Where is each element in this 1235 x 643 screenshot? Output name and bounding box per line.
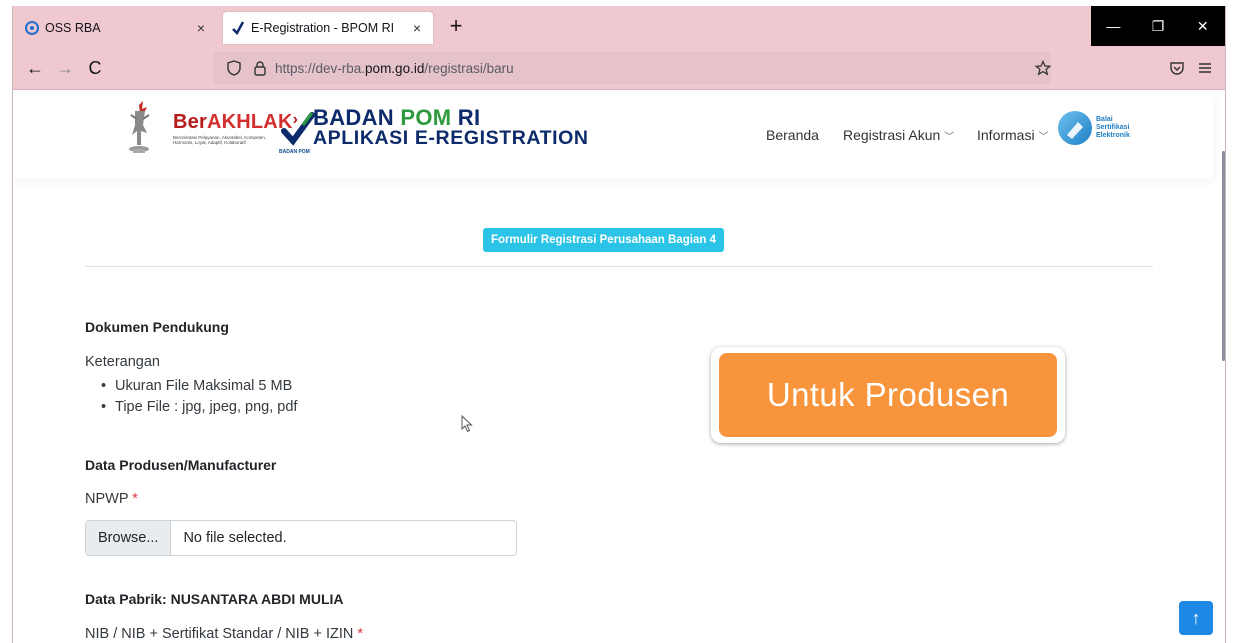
file-status: No file selected. — [183, 530, 287, 546]
npwp-label-text: NPWP — [85, 491, 129, 507]
shield-icon[interactable] — [223, 60, 245, 76]
url-prefix: https://dev-rba. — [275, 60, 366, 76]
bse-logo: Balai Sertifikasi Elektronik — [1058, 111, 1130, 145]
bse-line1: Balai — [1096, 116, 1113, 123]
tab-oss-rba[interactable]: OSS RBA × — [17, 12, 217, 44]
callout-label: Untuk Produsen — [719, 353, 1057, 437]
close-window-button[interactable]: ✕ — [1180, 6, 1225, 46]
list-item: Ukuran File Maksimal 5 MB — [101, 376, 297, 397]
nav-beranda-label: Beranda — [766, 127, 819, 143]
tab-title: OSS RBA — [45, 21, 101, 35]
nib-label: NIB / NIB + Sertifikat Standar / NIB + I… — [85, 626, 363, 642]
npwp-file-input[interactable]: Browse... No file selected. — [85, 520, 517, 556]
nav-beranda[interactable]: Beranda — [766, 127, 819, 143]
callout-box: Untuk Produsen — [711, 347, 1065, 443]
new-tab-button[interactable]: + — [443, 14, 469, 40]
notes-list: Ukuran File Maksimal 5 MB Tipe File : jp… — [101, 376, 297, 418]
factory-heading: Data Pabrik: NUSANTARA ABDI MULIA — [85, 591, 344, 607]
browser-window: OSS RBA × E-Registration - BPOM RI × + —… — [12, 6, 1226, 643]
section-badge: Formulir Registrasi Perusahaan Bagian 4 — [483, 228, 724, 252]
web-page: BerAKHLAK› Berorientasi Pelayanan, Akunt… — [13, 91, 1225, 643]
tab-bar: OSS RBA × E-Registration - BPOM RI × + —… — [13, 6, 1225, 46]
mouse-cursor-icon — [461, 415, 473, 433]
restore-button[interactable]: ❐ — [1136, 6, 1181, 46]
pocket-icon[interactable] — [1163, 54, 1191, 82]
notes-label: Keterangan — [85, 354, 160, 370]
app-title: APLIKASI E-REGISTRATION — [313, 127, 589, 149]
tab-title: E-Registration - BPOM RI — [251, 21, 395, 35]
close-tab-icon[interactable]: × — [193, 20, 209, 36]
nav-informasi-label: Informasi — [977, 127, 1035, 143]
minimize-button[interactable]: — — [1091, 6, 1136, 46]
close-tab-icon[interactable]: × — [409, 20, 425, 36]
npwp-label: NPWP * — [85, 491, 138, 507]
berakhlak-part1: Ber — [173, 111, 207, 133]
url-host: pom.go.id — [365, 60, 425, 76]
divider — [85, 266, 1153, 267]
manufacturer-heading: Data Produsen/Manufacturer — [85, 457, 277, 473]
reload-button[interactable]: C — [81, 54, 109, 82]
site-header: BerAKHLAK› Berorientasi Pelayanan, Akunt… — [13, 91, 1213, 179]
nav-registrasi-akun[interactable]: Registrasi Akun ﹀ — [843, 127, 954, 143]
berakhlak-tagline: Berorientasi Pelayanan, Akuntabel, Kompe… — [173, 135, 267, 145]
oss-favicon-icon — [25, 21, 39, 35]
bpom-small-label: BADAN POM — [279, 149, 310, 155]
bse-logo-icon — [1058, 111, 1092, 145]
lock-icon[interactable] — [249, 60, 271, 76]
bpom-title: BADAN POM RI APLIKASI E-REGISTRATION — [313, 105, 589, 150]
url-path: /registrasi/baru — [424, 60, 514, 76]
chevron-down-icon: ﹀ — [1038, 131, 1049, 143]
nav-informasi[interactable]: Informasi ﹀ — [977, 127, 1049, 143]
tab-e-registration[interactable]: E-Registration - BPOM RI × — [223, 12, 433, 44]
bpom-favicon-icon — [232, 21, 245, 35]
required-mark: * — [132, 491, 138, 507]
list-item: Tipe File : jpg, jpeg, png, pdf — [101, 397, 297, 418]
bse-line3: Elektronik — [1096, 132, 1130, 139]
bse-line2: Sertifikasi — [1096, 124, 1130, 131]
bpom-check-logo-icon — [281, 112, 315, 146]
chevron-down-icon: ﹀ — [944, 131, 955, 143]
bookmark-star-icon[interactable] — [1029, 54, 1057, 82]
menu-hamburger-icon[interactable] — [1191, 54, 1219, 82]
garuda-statue-logo-icon — [129, 101, 150, 153]
scroll-to-top-button[interactable]: ↑ — [1179, 601, 1213, 635]
supporting-docs-heading: Dokumen Pendukung — [85, 319, 229, 335]
required-mark: * — [357, 626, 364, 642]
forward-button[interactable]: → — [51, 54, 79, 82]
browse-button[interactable]: Browse... — [86, 521, 172, 555]
page-scrollbar[interactable] — [1222, 151, 1225, 361]
url-bar[interactable]: https://dev-rba. pom.go.id/registrasi/bar… — [213, 52, 1051, 84]
back-button[interactable]: ← — [21, 54, 49, 82]
window-controls: — ❐ ✕ — [1091, 6, 1225, 46]
navigation-bar: ← → C https://dev-rba. pom.go.id/registra… — [13, 46, 1225, 90]
nav-registrasi-label: Registrasi Akun — [843, 127, 941, 143]
nib-label-text: NIB / NIB + Sertifikat Standar / NIB + I… — [85, 626, 354, 642]
